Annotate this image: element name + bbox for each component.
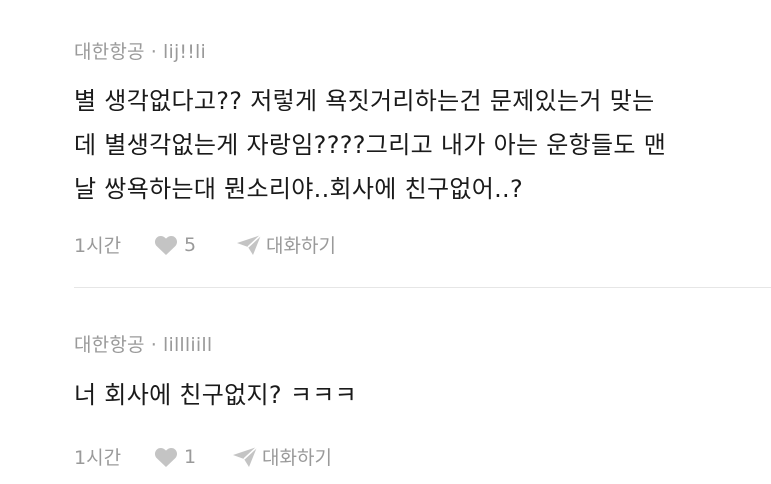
meta-separator: · — [150, 41, 157, 63]
timestamp: 1시간 — [74, 447, 122, 469]
comment-line: 데 별생각없는게 자랑임????그리고 내가 아는 운항들도 맨 — [74, 131, 667, 159]
like-count: 5 — [184, 233, 197, 256]
timestamp: 1시간 — [74, 235, 122, 257]
comment-text: 별 생각없다고?? 저렇게 욕짓거리하는건 문제있는거 맞는 데 별생각없는게 … — [74, 79, 754, 211]
meta-separator: · — [150, 334, 157, 356]
company-label: 대한항공 — [74, 334, 145, 356]
comment-meta: 대한항공 · lillliill — [74, 330, 212, 357]
comment-line: 별 생각없다고?? 저렇게 욕짓거리하는건 문제있는거 맞는 — [74, 87, 655, 115]
username[interactable]: lij!!li — [163, 41, 206, 63]
reply-button[interactable]: 대화하기 — [232, 443, 332, 470]
comment-line: 너 회사에 친구없지? ㅋㅋㅋ — [74, 381, 358, 409]
comment-actions: 1시간 5 대화하기 — [74, 231, 336, 258]
like-count: 1 — [184, 445, 197, 468]
like-button[interactable]: 1 — [154, 446, 232, 468]
reply-button[interactable]: 대화하기 — [236, 231, 336, 258]
heart-icon — [154, 447, 178, 467]
heart-icon — [154, 235, 178, 255]
reply-label: 대화하기 — [262, 447, 332, 469]
comment-actions: 1시간 1 대화하기 — [74, 443, 332, 470]
like-button[interactable]: 5 — [154, 234, 236, 256]
comment-line: 날 쌍욕하는대 뭔소리야..회사에 친구없어..? — [74, 175, 523, 203]
comment-item: 대한항공 · lillliill 너 회사에 친구없지? ㅋㅋㅋ 1시간 1 대화하… — [74, 288, 771, 484]
comment-item: 대한항공 · lij!!li 별 생각없다고?? 저렇게 욕짓거리하는건 문제있는거… — [74, 0, 771, 287]
company-label: 대한항공 — [74, 41, 145, 63]
reply-label: 대화하기 — [266, 235, 336, 257]
paper-plane-icon — [233, 445, 258, 467]
username[interactable]: lillliill — [163, 334, 212, 356]
comment-meta: 대한항공 · lij!!li — [74, 37, 206, 64]
paper-plane-icon — [237, 233, 262, 255]
comment-text: 너 회사에 친구없지? ㅋㅋㅋ — [74, 373, 754, 417]
